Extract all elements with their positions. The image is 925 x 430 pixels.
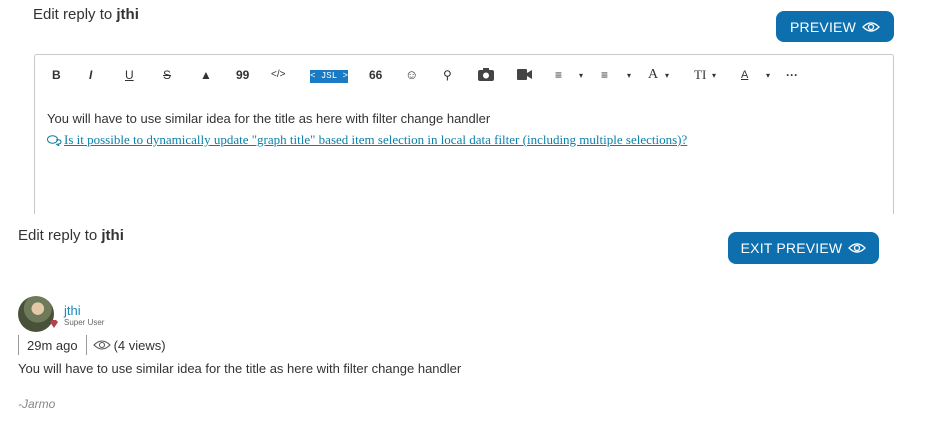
edit-reply-user: jthi [116,6,139,23]
exit-preview-button[interactable]: EXIT PREVIEW [728,232,879,264]
signature: -Jarmo [18,397,56,411]
numbered-list-button[interactable]: ≡ [555,67,562,83]
editor-text-line: You will have to use similar idea for th… [47,111,491,126]
post-views: (4 views) [87,338,166,353]
font-color-button[interactable]: A [648,67,658,83]
strikethrough-button[interactable]: S [163,67,171,83]
numbered-list-caret-icon[interactable]: ▾ [579,68,583,84]
camera-icon[interactable] [478,68,494,81]
spoiler-button[interactable]: ▲ [200,67,212,83]
code-button[interactable]: </> [271,67,285,83]
post-meta: 29m ago (4 views) [18,333,166,357]
preview-label: PREVIEW [790,18,856,35]
video-icon[interactable] [517,69,532,80]
underline-button[interactable]: U [125,67,134,83]
views-count: (4 views) [113,337,166,353]
text-size-button[interactable]: TI [694,67,706,83]
editor-link-text[interactable]: Is it possible to dynamically update "gr… [64,132,687,148]
emoji-button[interactable]: ☺ [405,67,418,83]
jsl-button[interactable]: < JSL > [310,70,348,83]
text-size-caret-icon[interactable]: ▾ [712,68,716,84]
link-button[interactable]: ⚲ [443,67,452,83]
text-format-caret-icon[interactable]: ▾ [766,68,770,84]
rich-text-editor[interactable]: B I U S ▲ 99 </> < JSL > 66 ☺ ⚲ ≡ ▾ ≡ ▾ … [34,54,894,214]
author-username[interactable]: jthi [64,303,81,318]
quote-button[interactable]: 99 [236,67,249,83]
edit-reply-prefix: Edit reply to [33,6,113,23]
preview-reply-title: Edit reply to jthi [18,227,124,244]
editor-topic-link[interactable]: Is it possible to dynamically update "gr… [47,132,887,148]
exit-preview-label: EXIT PREVIEW [740,240,843,256]
edit-reply-title: Edit reply to jthi [33,6,139,23]
discussion-icon [47,134,62,146]
blockquote-button[interactable]: 66 [369,67,382,83]
author-rank: Super User [64,318,105,327]
preview-reply-user: jthi [101,227,124,244]
more-options-button[interactable]: ··· [786,67,798,83]
eye-icon [92,340,111,350]
post-time-ago: 29m ago [27,337,78,353]
editor-toolbar: B I U S ▲ 99 </> < JSL > 66 ☺ ⚲ ≡ ▾ ≡ ▾ … [35,55,893,95]
bulleted-list-caret-icon[interactable]: ▾ [627,68,631,84]
eye-icon [862,21,880,32]
text-format-button[interactable]: A [741,67,748,83]
bulleted-list-button[interactable]: ≡ [601,67,608,83]
reply-body: You will have to use similar idea for th… [18,361,462,376]
editor-content[interactable]: You will have to use similar idea for th… [47,111,887,148]
font-color-caret-icon[interactable]: ▾ [665,68,669,84]
bold-button[interactable]: B [52,67,61,83]
preview-button[interactable]: PREVIEW [776,11,894,42]
italic-button[interactable]: I [89,67,92,83]
preview-reply-prefix: Edit reply to [18,227,98,244]
rank-badge-icon [50,320,58,328]
eye-icon [848,243,867,253]
